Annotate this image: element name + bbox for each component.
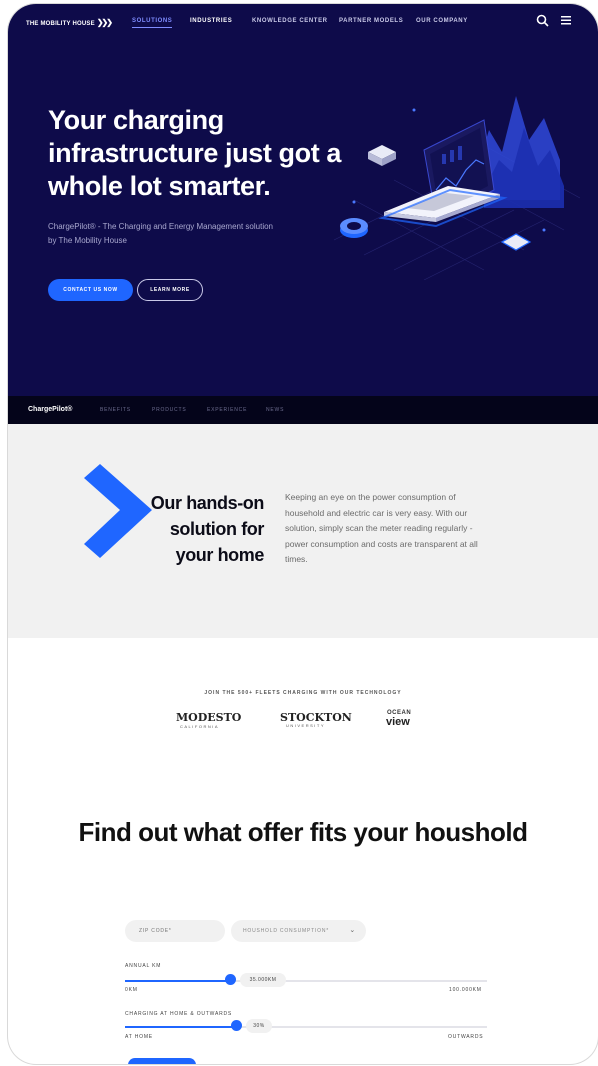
annual-km-slider-thumb[interactable]: [225, 974, 236, 985]
logo[interactable]: THE MOBILITY HOUSE ❯❯❯: [26, 18, 113, 27]
offer-title: Find out what offer fits your houshold: [78, 817, 528, 847]
nav-link-partner-models[interactable]: PARTNER MODELS: [339, 18, 403, 24]
home-title: Our hands-on solution for your home: [150, 493, 265, 565]
nav-link-our-company[interactable]: OUR COMPANY: [416, 18, 468, 24]
menu-icon[interactable]: [560, 14, 572, 29]
chevron-down-icon: ⌄: [349, 927, 356, 934]
learn-more-button[interactable]: LEARN MORE: [137, 279, 203, 301]
fleets-label: JOIN THE 500+ FLEETS CHARGING WITH OUR T…: [204, 690, 402, 696]
hero-subtext: ChargePilot® - The Charging and Energy M…: [48, 222, 273, 245]
annual-km-label: ANNUAL KM: [125, 963, 162, 969]
charging-label: CHARGING AT HOME & OUTWARDS: [125, 1011, 233, 1017]
charging-fill: [125, 1026, 236, 1028]
home-description: Keeping an eye on the power consumption …: [285, 492, 478, 564]
charging-max: OUTWARDS: [448, 1034, 484, 1040]
subnav-brand[interactable]: ChargePilot®: [28, 406, 72, 413]
charging-track[interactable]: [125, 1026, 487, 1028]
annual-km-fill: [125, 980, 230, 982]
logo-text: THE MOBILITY HOUSE: [26, 21, 95, 27]
subnav-item-products[interactable]: PRODUCTS: [152, 407, 186, 413]
household-consumption-label: HOUSHOLD CONSUMPTION*: [243, 928, 329, 934]
laptop-dashboard-illustration: [333, 96, 580, 280]
ocean-view-logo-bottom: view: [386, 716, 410, 728]
home-solution-section: Our hands-on solution for your home Keep…: [8, 424, 598, 638]
hero-section: THE MOBILITY HOUSE ❯❯❯ SOLUTIONS INDUSTRI…: [8, 4, 598, 396]
subnav-item-experience[interactable]: EXPERIENCE: [207, 407, 247, 413]
annual-km-value: 35.000KM: [240, 973, 286, 987]
logo-arrows-icon: ❯❯❯: [96, 18, 113, 27]
modesto-logo: MODESTO: [176, 711, 242, 724]
modesto-logo-sub: CALIFORNIA: [180, 724, 220, 729]
charging-value: 30%: [246, 1019, 272, 1033]
nav-link-industries[interactable]: INDUSTRIES: [190, 18, 232, 24]
top-navigation: THE MOBILITY HOUSE ❯❯❯ SOLUTIONS INDUSTRI…: [8, 4, 598, 40]
submit-offer-button[interactable]: [128, 1058, 196, 1064]
annual-km-track[interactable]: [125, 980, 487, 982]
page-frame: THE MOBILITY HOUSE ❯❯❯ SOLUTIONS INDUSTRI…: [8, 4, 598, 1064]
nav-link-knowledge-center[interactable]: KNOWLEDGE CENTER: [252, 18, 328, 24]
charging-min: AT HOME: [125, 1034, 153, 1040]
search-icon[interactable]: [536, 14, 549, 30]
hero-headline: Your charging infrastructure just got a …: [48, 105, 342, 201]
annual-km-max: 100.000KM: [449, 987, 482, 993]
subnav-item-news[interactable]: NEWS: [266, 407, 284, 413]
annual-km-min: 0KM: [125, 987, 138, 993]
zip-code-input[interactable]: [125, 920, 225, 942]
nav-link-solutions[interactable]: SOLUTIONS: [132, 18, 173, 28]
stockton-logo-sub: UNIVERSITY: [286, 723, 326, 728]
subnav-item-benefits[interactable]: BENEFITS: [100, 407, 131, 413]
household-consumption-select[interactable]: HOUSHOLD CONSUMPTION* ⌄: [231, 920, 366, 942]
charging-slider-thumb[interactable]: [231, 1020, 242, 1031]
contact-us-button[interactable]: CONTACT US NOW: [48, 279, 133, 301]
product-subnav: ChargePilot® BENEFITS PRODUCTS EXPERIENC…: [8, 396, 598, 424]
